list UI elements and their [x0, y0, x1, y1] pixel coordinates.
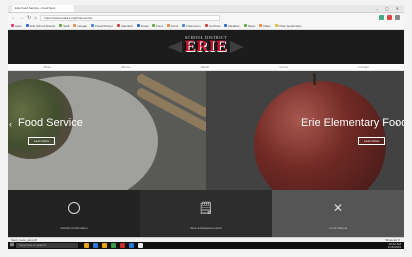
carousel-prev-icon[interactable]: ‹ [9, 119, 12, 129]
back-icon[interactable]: ← [11, 15, 16, 21]
carousel-next-icon[interactable]: › [396, 121, 398, 128]
bookmark-icon [136, 24, 140, 27]
nav-link[interactable]: Forms [279, 65, 288, 69]
bookmark-icon [91, 24, 94, 27]
nav-link[interactable]: About [43, 65, 51, 69]
learn-more-button[interactable]: Learn More [28, 137, 56, 145]
hero-overlay [206, 71, 404, 190]
circle-icon [68, 202, 80, 214]
bookmark[interactable]: Calendar [116, 24, 133, 28]
hero-elementary-food: Erie Elementary Food Learn More › [206, 71, 404, 190]
hero-overlay [8, 71, 206, 190]
extension-icons [379, 15, 400, 20]
bookmark[interactable]: Classroom [182, 24, 201, 28]
bookmark[interactable]: Erie School District [25, 24, 55, 28]
bookmark[interactable]: Email [136, 24, 148, 28]
home-icon[interactable]: ⌂ [34, 15, 37, 21]
logo-title: ERIE [184, 38, 228, 55]
edge-icon[interactable] [93, 243, 98, 248]
bookmark[interactable]: Staff [59, 24, 69, 28]
extension-icon[interactable] [379, 15, 384, 20]
site-logo[interactable]: SCHOOL DISTRICT ERIE [168, 33, 244, 61]
extension-icon[interactable] [387, 15, 392, 20]
bookmark-icon [182, 24, 186, 27]
bookmark-icon [224, 24, 228, 27]
learn-more-button[interactable]: Learn More [358, 137, 386, 145]
bookmark-icon [25, 24, 29, 27]
word-icon[interactable] [129, 243, 134, 248]
logo-wing-icon [230, 41, 244, 53]
site-nav: About Menus Meals Forms Contact [8, 64, 404, 71]
bookmark[interactable]: Weather [224, 24, 240, 28]
taskbar-apps [84, 243, 143, 248]
folder-icon [274, 24, 278, 27]
taskbar: ⊞ Type here to search 10:42 AM 1/15/2019 [8, 242, 404, 249]
nav-link[interactable]: Meals [201, 65, 209, 69]
nav-link[interactable]: Menus [122, 65, 131, 69]
bookmark-icon [116, 24, 120, 27]
bookmark-icon [73, 24, 77, 27]
bookmark[interactable]: Drive [167, 24, 178, 28]
url-input[interactable]: https://www.eriek12.org/food-service [40, 14, 221, 21]
app-icon[interactable] [138, 243, 143, 248]
feature-tile[interactable]: Nutrition Information [8, 190, 140, 237]
utensils-icon: ✕ [332, 201, 344, 215]
nav-link[interactable]: Contact [358, 65, 368, 69]
bookmark-icon [59, 24, 63, 27]
hero-title: Food Service [18, 117, 83, 129]
taskbar-search-input[interactable]: Type here to search [16, 243, 78, 248]
window-controls[interactable]: – ◻ ✕ [376, 6, 402, 11]
file-explorer-icon[interactable] [84, 243, 89, 248]
bookmark[interactable]: Apps [11, 24, 22, 28]
clock-date: 1/15/2019 [387, 244, 401, 249]
bookmark-icon [259, 24, 263, 27]
browser-tab-bar: Erie Food Service - Food Serv – ◻ ✕ [8, 5, 404, 13]
tile-label: Nutrition Information [60, 226, 88, 230]
screen: Erie Food Service - Food Serv – ◻ ✕ ← → … [8, 5, 404, 249]
bookmark[interactable]: Maps [259, 24, 271, 28]
bookmark-icon [204, 24, 208, 27]
bookmark-icon [11, 24, 14, 27]
forward-icon[interactable]: → [19, 15, 24, 21]
hero-title: Erie Elementary Food [301, 117, 404, 129]
bookmark-icon [167, 24, 171, 27]
bookmark[interactable]: YouTube [204, 24, 220, 28]
feature-tile[interactable]: ✕ Lunch Menus [272, 190, 404, 237]
system-tray[interactable]: 10:42 AM 1/15/2019 [387, 242, 401, 249]
bookmark[interactable]: Docs [152, 24, 163, 28]
address-bar: ← → ↻ ⌂ https://www.eriek12.org/food-ser… [8, 13, 404, 22]
tile-label: Lunch Menus [328, 226, 347, 230]
tile-label: Free & Reduced Lunch [190, 226, 222, 230]
site-header: SCHOOL DISTRICT ERIE [8, 30, 404, 64]
bookmark-icon [152, 24, 156, 27]
browser-tab[interactable]: Erie Food Service - Food Serv [12, 5, 74, 12]
excel-icon[interactable] [111, 243, 116, 248]
bookmark[interactable]: News [243, 24, 255, 28]
feature-tile[interactable]: 🗒 Free & Reduced Lunch [140, 190, 272, 237]
hero-food-service: ‹ Food Service Learn More [8, 71, 206, 190]
bookmark[interactable]: Google [73, 24, 87, 28]
bookmark[interactable]: PowerSchool [91, 24, 113, 28]
bookmark-icon [243, 24, 247, 27]
menu-icon[interactable] [395, 15, 400, 20]
bookmarks-bar: Apps Erie School District Staff Google P… [8, 22, 404, 30]
chrome-icon[interactable] [120, 243, 125, 248]
bookmark-other[interactable]: Other bookmarks [274, 24, 302, 28]
folder-icon[interactable] [102, 243, 107, 248]
start-icon[interactable]: ⊞ [8, 242, 16, 249]
reload-icon[interactable]: ↻ [27, 15, 31, 21]
document-icon: 🗒 [198, 201, 214, 215]
